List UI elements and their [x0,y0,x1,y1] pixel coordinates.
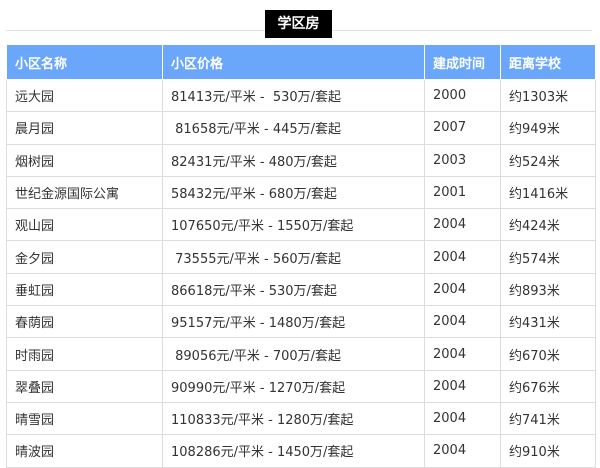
cell-price: 82431元/平米 - 480万/套起 [162,143,425,177]
page-title: 学区房 [265,10,332,38]
header-community-name: 小区名称 [6,44,163,80]
cell-distance: 约676米 [500,369,596,403]
table-row: 晨月园 81658元/平米 - 445万/套起 2007 约949米 [6,111,596,145]
table-row: 春荫园 95157元/平米 - 1480万/套起 2004 约431米 [6,305,596,339]
table-row: 晴雪园 110833元/平米 - 1280万/套起 2004 约741米 [6,401,596,436]
header-distance: 距离学校 [500,44,596,80]
cell-name: 时雨园 [6,337,163,371]
cell-year: 2004 [424,208,501,242]
cell-year: 2004 [424,401,501,436]
table-row: 晴波园 108286元/平米 - 1450万/套起 2004 约910米 [6,434,596,468]
cell-name: 金夕园 [6,240,163,274]
cell-distance: 约1303米 [500,78,596,113]
table-row: 世纪金源国际公寓 58432元/平米 - 680万/套起 2001 约1416米 [6,175,596,210]
cell-distance: 约670米 [500,337,596,371]
cell-name: 春荫园 [6,305,163,339]
cell-price: 110833元/平米 - 1280万/套起 [162,401,425,436]
cell-name: 观山园 [6,208,163,242]
cell-year: 2004 [424,272,501,307]
cell-name: 垂虹园 [6,272,163,307]
cell-price: 108286元/平米 - 1450万/套起 [162,434,425,468]
cell-year: 2004 [424,369,501,403]
cell-name: 烟树园 [6,143,163,177]
cell-distance: 约910米 [500,434,596,468]
cell-name: 晴波园 [6,434,163,468]
table-row: 翠叠园 90990元/平米 - 1270万/套起 2004 约676米 [6,369,596,403]
cell-distance: 约741米 [500,401,596,436]
table-row: 金夕园 73555元/平米 - 560万/套起 2004 约574米 [6,240,596,274]
cell-price: 89056元/平米 - 700万/套起 [162,337,425,371]
cell-price: 81413元/平米 - 530万/套起 [162,78,425,113]
cell-name: 翠叠园 [6,369,163,403]
cell-price: 107650元/平米 - 1550万/套起 [162,208,425,242]
cell-distance: 约424米 [500,208,596,242]
cell-distance: 约574米 [500,240,596,274]
cell-name: 远大园 [6,78,163,113]
table-row: 垂虹园 86618元/平米 - 530万/套起 2004 约893米 [6,272,596,307]
cell-price: 81658元/平米 - 445万/套起 [162,111,425,145]
cell-year: 2004 [424,305,501,339]
cell-price: 90990元/平米 - 1270万/套起 [162,369,425,403]
cell-name: 晴雪园 [6,401,163,436]
title-area: 学区房 [0,0,600,44]
table-row: 烟树园 82431元/平米 - 480万/套起 2003 约524米 [6,143,596,177]
cell-distance: 约524米 [500,143,596,177]
cell-distance: 约949米 [500,111,596,145]
table-row: 时雨园 89056元/平米 - 700万/套起 2004 约670米 [6,337,596,371]
cell-distance: 约431米 [500,305,596,339]
cell-name: 晨月园 [6,111,163,145]
table-row: 观山园 107650元/平米 - 1550万/套起 2004 约424米 [6,208,596,242]
cell-price: 86618元/平米 - 530万/套起 [162,272,425,307]
cell-year: 2003 [424,143,501,177]
table-header-row: 小区名称 小区价格 建成时间 距离学校 [6,44,596,80]
cell-year: 2007 [424,111,501,145]
cell-distance: 约1416米 [500,175,596,210]
table-row: 远大园 81413元/平米 - 530万/套起 2000 约1303米 [6,78,596,113]
cell-year: 2004 [424,337,501,371]
cell-year: 2004 [424,240,501,274]
cell-year: 2000 [424,78,501,113]
header-build-year: 建成时间 [424,44,501,80]
cell-price: 73555元/平米 - 560万/套起 [162,240,425,274]
cell-price: 95157元/平米 - 1480万/套起 [162,305,425,339]
cell-name: 世纪金源国际公寓 [6,175,163,210]
cell-year: 2004 [424,434,501,468]
school-district-table: 小区名称 小区价格 建成时间 距离学校 远大园 81413元/平米 - 530万… [6,44,596,468]
cell-year: 2001 [424,175,501,210]
header-price: 小区价格 [162,44,425,80]
cell-price: 58432元/平米 - 680万/套起 [162,175,425,210]
cell-distance: 约893米 [500,272,596,307]
